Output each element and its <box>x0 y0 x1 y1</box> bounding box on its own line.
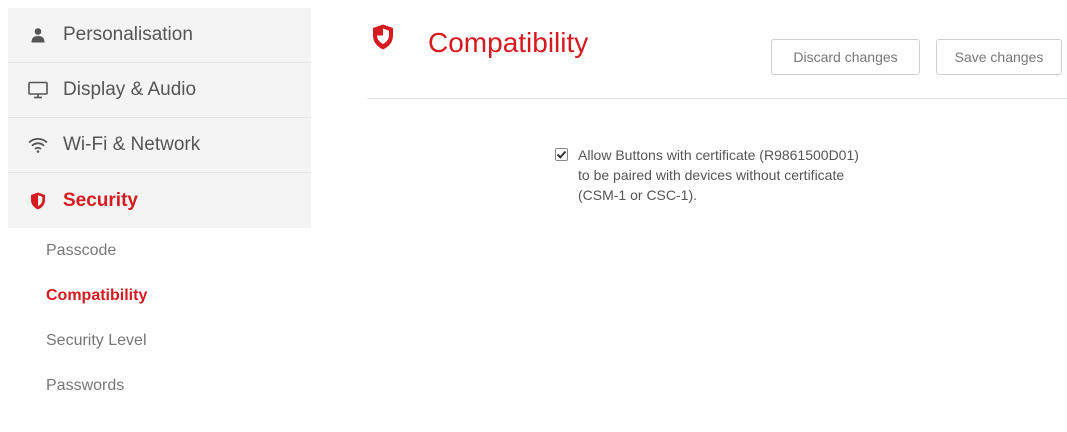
allow-pairing-checkbox[interactable] <box>555 148 568 161</box>
option-text-line: to be paired with devices without certif… <box>578 167 845 183</box>
option-text-line: (CSM-1 or CSC-1). <box>578 187 698 203</box>
sidebar-main-nav: Personalisation Display & Audio Wi-Fi & … <box>8 8 311 228</box>
sidebar-item-security[interactable]: Security <box>8 173 311 228</box>
subnav-item-compatibility[interactable]: Compatibility <box>8 273 311 318</box>
security-subnav: Passcode Compatibility Security Level Pa… <box>8 228 311 408</box>
page-header: Compatibility Discard changes Save chang… <box>367 0 1067 99</box>
allow-pairing-label: Allow Buttons with certificate (R9861500… <box>578 145 859 205</box>
page-title: Compatibility <box>428 27 589 58</box>
monitor-icon <box>27 79 49 101</box>
compatibility-option: Allow Buttons with certificate (R9861500… <box>555 145 935 205</box>
sidebar-item-label: Wi-Fi & Network <box>63 134 201 155</box>
subnav-item-passcode[interactable]: Passcode <box>8 228 311 273</box>
sidebar-item-personalisation[interactable]: Personalisation <box>8 8 311 63</box>
person-icon <box>27 24 49 46</box>
sidebar-item-wifi-network[interactable]: Wi-Fi & Network <box>8 118 311 173</box>
checkmark-icon <box>556 150 567 159</box>
sidebar-item-label: Display & Audio <box>63 79 197 100</box>
wifi-icon <box>27 134 49 156</box>
option-text-line: Allow Buttons with certificate (R9861500… <box>578 147 859 163</box>
subnav-item-passwords[interactable]: Passwords <box>8 363 311 408</box>
sidebar-item-label: Personalisation <box>63 24 193 45</box>
main-content: Compatibility Discard changes Save chang… <box>367 0 1067 432</box>
sidebar: Personalisation Display & Audio Wi-Fi & … <box>8 8 311 432</box>
sidebar-item-label: Security <box>63 189 138 211</box>
subnav-item-security-level[interactable]: Security Level <box>8 318 311 363</box>
discard-changes-button[interactable]: Discard changes <box>771 39 920 75</box>
settings-app: Personalisation Display & Audio Wi-Fi & … <box>0 0 1067 432</box>
shield-icon <box>372 24 394 50</box>
shield-icon <box>27 190 49 212</box>
save-changes-button[interactable]: Save changes <box>936 39 1062 75</box>
sidebar-item-display-audio[interactable]: Display & Audio <box>8 63 311 118</box>
